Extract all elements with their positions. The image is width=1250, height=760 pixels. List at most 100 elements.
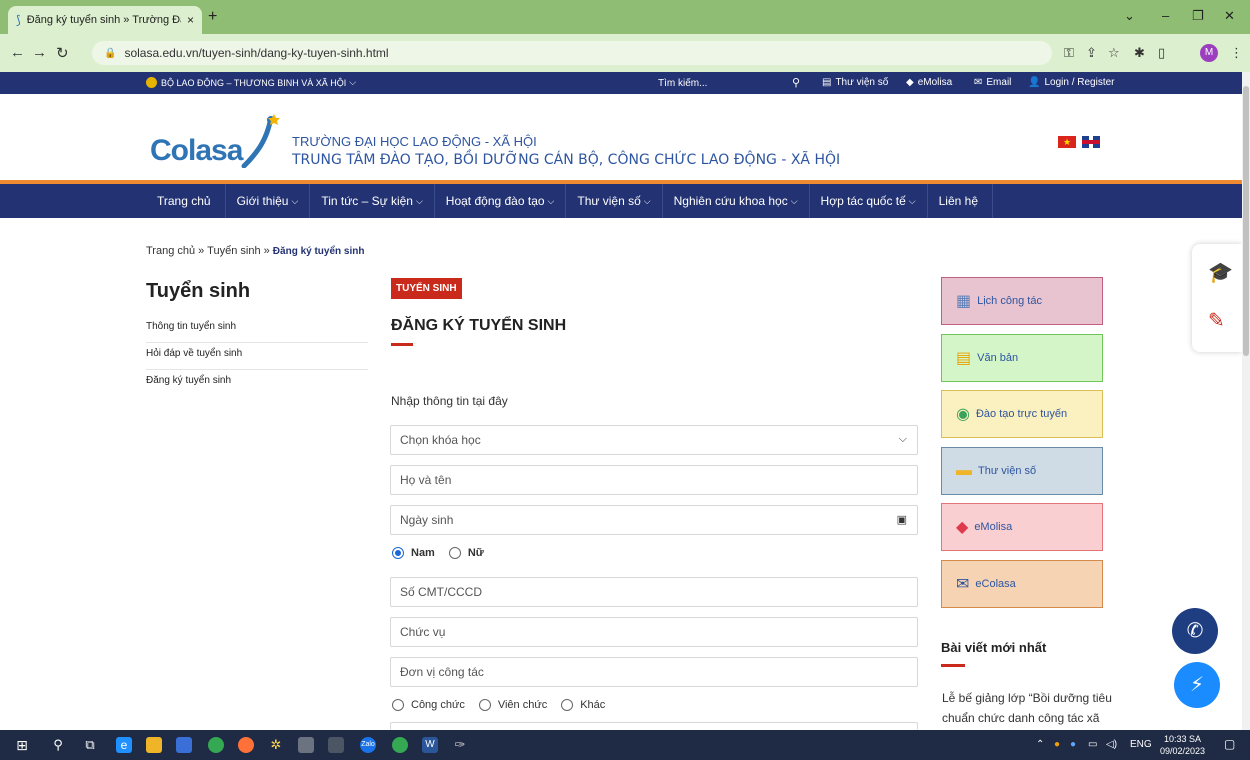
quicklink-box-1[interactable]: ▤ Văn bản	[941, 333, 1103, 382]
minimize-button[interactable]: –	[1162, 8, 1169, 23]
vietnamese-flag-icon[interactable]: ★	[1058, 136, 1076, 148]
close-window-button[interactable]: ✕	[1224, 8, 1235, 24]
breadcrumb-section[interactable]: Tuyển sinh	[207, 245, 260, 257]
tool-icon[interactable]: ✑	[452, 737, 468, 753]
edge-icon[interactable]: e	[116, 737, 132, 753]
side-panel-icon[interactable]: ▯	[1158, 45, 1165, 61]
course-select[interactable]: Chọn khóa học ⌵	[390, 425, 918, 455]
phone-call-button[interactable]: ✆	[1172, 608, 1218, 654]
sidebar-item-register[interactable]: Đăng ký tuyển sinh	[146, 370, 368, 397]
chrome-icon[interactable]	[208, 737, 224, 753]
type-other-radio[interactable]	[561, 699, 574, 711]
quicklink-box-5[interactable]: ✉ eColasa	[941, 559, 1103, 608]
paint-icon[interactable]: ✲	[268, 737, 284, 753]
windows-start-icon[interactable]: ⊞	[14, 737, 30, 753]
tray-app-icon[interactable]: ●	[1054, 739, 1060, 750]
dob-input[interactable]: Ngày sinh ▣	[390, 505, 918, 535]
latest-post-link[interactable]: Lễ bế giảng lớp “Bồi dưỡng tiêu chuẩn ch…	[942, 688, 1112, 730]
email-link[interactable]: ✉ Email	[974, 77, 1011, 88]
forward-arrow-icon[interactable]: →	[32, 44, 47, 61]
fullname-input[interactable]: Họ và tên	[390, 465, 918, 495]
id-number-placeholder: Số CMT/CCCD	[400, 585, 483, 599]
new-tab-button[interactable]: +	[208, 8, 217, 26]
pencil-icon[interactable]: ✎	[1208, 308, 1225, 333]
taskbar-clock[interactable]: 10:33 SA 09/02/2023	[1160, 733, 1205, 757]
store-icon[interactable]	[176, 737, 192, 753]
nav-item-4[interactable]: Thư viện số ⌵	[566, 184, 663, 218]
graduate-icon[interactable]: 🎓	[1208, 260, 1233, 285]
nav-item-2[interactable]: Tin tức – Sự kiện ⌵	[310, 184, 435, 218]
sidebar-item-faq[interactable]: Hỏi đáp về tuyển sinh	[146, 343, 368, 370]
file-explorer-icon[interactable]	[146, 737, 162, 753]
windows-taskbar: ⊞ ⚲ ⧉ e ✲ Zalo W ✑ ⌃ ● ● ▭ ◁) ENG 10:33 …	[0, 730, 1250, 760]
network-icon[interactable]: ▭	[1088, 739, 1097, 750]
address-input[interactable]: 🔒 solasa.edu.vn/tuyen-sinh/dang-ky-tuyen…	[92, 41, 1052, 65]
nav-item-6[interactable]: Hợp tác quốc tế ⌵	[810, 184, 928, 218]
tray-chevron-icon[interactable]: ⌃	[1036, 739, 1044, 750]
gender-male-radio[interactable]	[392, 547, 404, 559]
quicklink-box-4[interactable]: ◆ eMolisa	[941, 503, 1103, 551]
restore-button[interactable]: ❐	[1192, 8, 1204, 24]
next-field-input[interactable]	[390, 722, 918, 730]
search-icon[interactable]: ⚲	[50, 737, 66, 753]
extensions-icon[interactable]: ✱	[1134, 45, 1145, 61]
login-link[interactable]: 👤 Login / Register	[1028, 77, 1115, 88]
page-scrollbar[interactable]	[1242, 72, 1250, 730]
search-icon[interactable]: ⚲	[792, 76, 800, 89]
card-icon: ▬	[956, 461, 972, 479]
firefox-icon[interactable]	[238, 737, 254, 753]
emolisa-link[interactable]: ◆ eMolisa	[906, 77, 952, 88]
key-icon[interactable]: ⚿	[1064, 45, 1074, 61]
volume-icon[interactable]: ◁)	[1106, 739, 1117, 750]
tab-search-icon[interactable]: ⌄	[1124, 8, 1135, 24]
gender-female-radio[interactable]	[448, 547, 461, 559]
notification-icon[interactable]: ▢	[1224, 737, 1235, 751]
tab-close-icon[interactable]: ×	[187, 13, 194, 27]
library-link[interactable]: ▤ Thư viện số	[822, 77, 888, 88]
university-name: TRƯỜNG ĐẠI HỌC LAO ĐỘNG - XÃ HỘI	[292, 134, 537, 149]
type-official-radio[interactable]	[478, 699, 491, 711]
messenger-button[interactable]: ⚡	[1174, 662, 1220, 708]
word-icon[interactable]: W	[422, 737, 438, 753]
english-flag-icon[interactable]	[1082, 136, 1100, 148]
profile-avatar[interactable]: M	[1200, 44, 1218, 62]
star-icon[interactable]: ☆	[1108, 45, 1120, 61]
zalo-icon[interactable]: Zalo	[360, 737, 376, 753]
ministry-link[interactable]: BỘ LAO ĐỘNG – THƯƠNG BINH VÀ XÃ HỘI ⌵	[146, 77, 356, 88]
site-logo[interactable]: Colasa	[150, 134, 243, 168]
category-badge[interactable]: TUYỂN SINH	[391, 278, 462, 299]
nav-item-5[interactable]: Nghiên cứu khoa học ⌵	[663, 184, 810, 218]
site-search-input[interactable]: Tìm kiếm... ⚲	[652, 75, 804, 91]
quicklink-box-2[interactable]: ◉ Đào tạo trực tuyến	[941, 390, 1103, 438]
position-input[interactable]: Chức vụ	[390, 617, 918, 647]
task-view-icon[interactable]: ⧉	[82, 737, 98, 753]
nav-item-1[interactable]: Giới thiệu ⌵	[226, 184, 311, 218]
nav-item-3[interactable]: Hoạt động đào tạo ⌵	[435, 184, 567, 218]
logo-swoosh-icon	[241, 114, 280, 168]
scrollbar-thumb[interactable]	[1243, 86, 1249, 356]
breadcrumb-home[interactable]: Trang chủ	[146, 245, 195, 257]
work-unit-input[interactable]: Đơn vị công tác	[390, 657, 918, 687]
nav-item-label: Trang chủ	[157, 194, 211, 208]
menu-dots-icon[interactable]: ⋮	[1230, 45, 1243, 61]
url-text: solasa.edu.vn/tuyen-sinh/dang-ky-tuyen-s…	[124, 46, 389, 60]
calculator-icon[interactable]	[298, 737, 314, 753]
nav-item-0[interactable]: Trang chủ	[146, 184, 226, 218]
back-arrow-icon[interactable]: ←	[10, 44, 25, 61]
calendar-icon[interactable]: ▣	[897, 513, 907, 526]
tray-app-icon-2[interactable]: ●	[1070, 739, 1076, 750]
type-civil-radio[interactable]	[392, 699, 404, 711]
quicklink-box-3[interactable]: ▬ Thư viện số	[941, 446, 1103, 495]
language-indicator[interactable]: ENG	[1130, 739, 1152, 750]
reload-icon[interactable]: ↻	[56, 44, 69, 62]
share-icon[interactable]: ⇪	[1086, 45, 1097, 61]
chevron-down-icon: ⌵	[291, 195, 299, 206]
id-number-input[interactable]: Số CMT/CCCD	[390, 577, 918, 607]
browser-tab[interactable]: ⟆ Đăng ký tuyển sinh » Trường Đạc ×	[8, 6, 202, 34]
chrome-profile-icon[interactable]	[392, 737, 408, 753]
app-icon[interactable]	[328, 737, 344, 753]
type-civil-label: Công chức	[411, 699, 465, 711]
nav-item-7[interactable]: Liên hệ	[928, 184, 993, 218]
sidebar-item-info[interactable]: Thông tin tuyển sinh	[146, 316, 368, 343]
quicklink-box-0[interactable]: ▦ Lịch công tác	[941, 277, 1103, 325]
